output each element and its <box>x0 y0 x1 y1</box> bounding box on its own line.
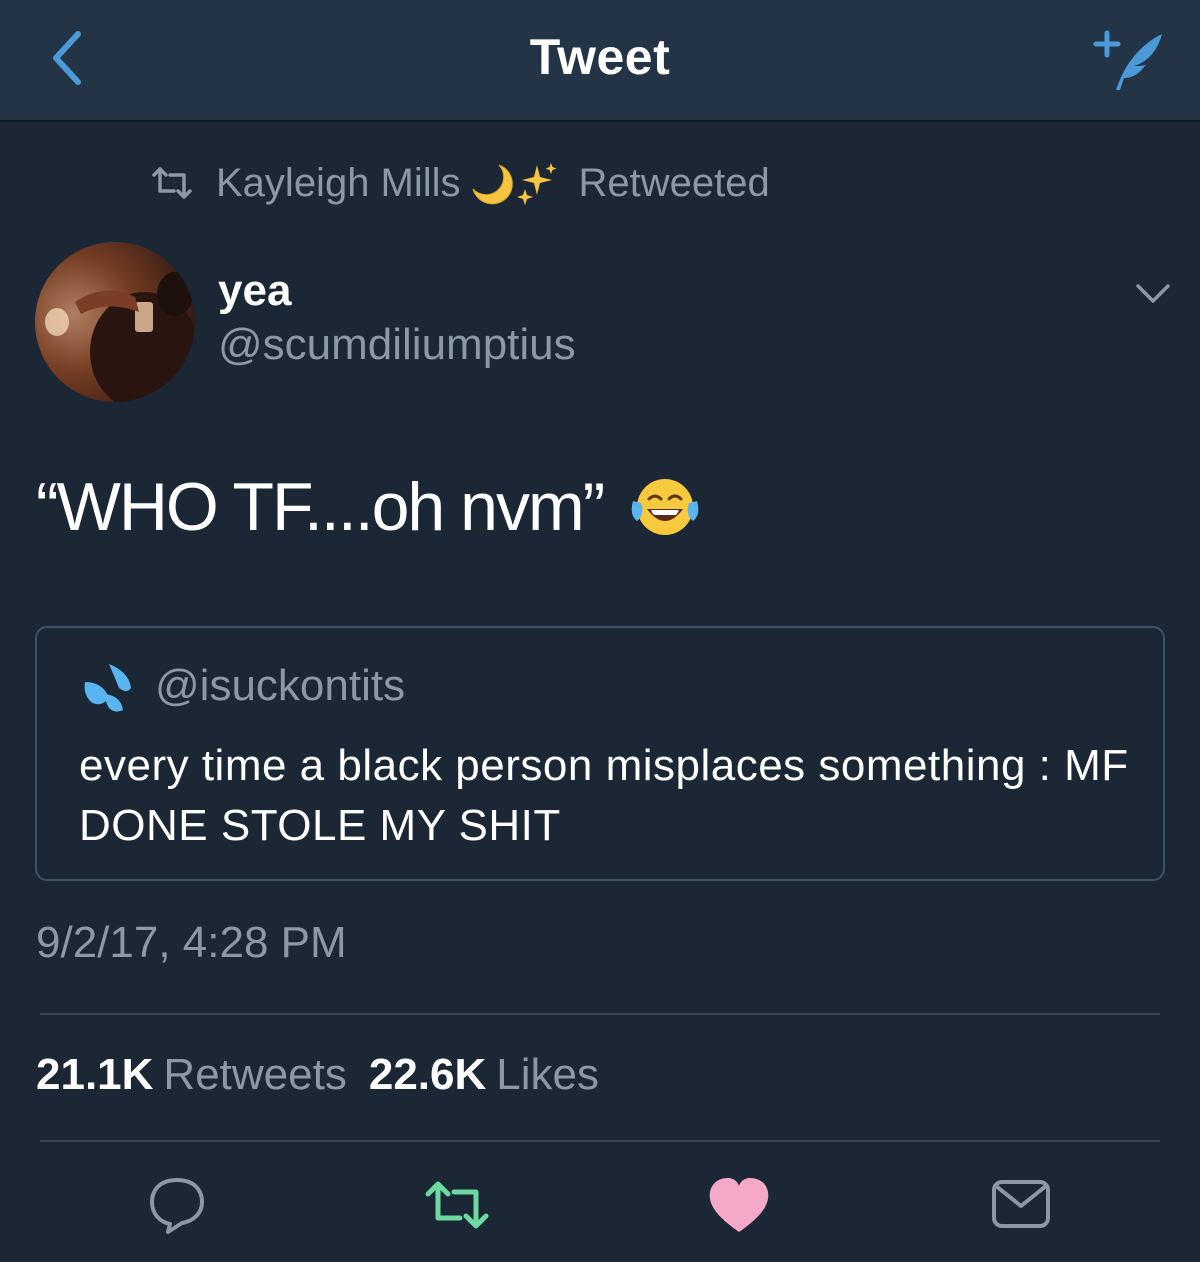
quoted-tweet-handle: @isuckontits <box>155 661 406 710</box>
author-handle: @scumdiliumptius <box>218 320 576 369</box>
divider <box>40 1140 1160 1142</box>
tweet-options-button[interactable] <box>1130 274 1176 314</box>
retweet-context[interactable]: Kayleigh Mills Retweeted <box>150 158 770 208</box>
chevron-down-icon <box>1136 284 1170 303</box>
heart-icon <box>709 1178 769 1232</box>
quoted-tweet-text: every time a black person misplaces some… <box>79 741 1129 850</box>
author-display-name[interactable]: yea <box>218 266 291 316</box>
direct-message-button[interactable] <box>986 1170 1056 1240</box>
sweat-droplets-emoji <box>84 664 131 712</box>
page-title: Tweet <box>529 29 671 85</box>
retweets-count: 21.1K <box>36 1050 154 1099</box>
tweet-text: “WHO TF....oh nvm” <box>36 469 605 545</box>
retweet-icon <box>425 1181 489 1229</box>
quoted-tweet-card[interactable]: @isuckontits every time a black person m… <box>35 626 1165 881</box>
compose-tweet-icon <box>1093 30 1162 90</box>
moon-sparkles-emoji <box>469 159 561 207</box>
likes-stat[interactable]: 22.6K Likes <box>369 1050 599 1099</box>
reply-icon <box>150 1178 204 1234</box>
likes-count: 22.6K <box>368 1050 487 1099</box>
avatar[interactable] <box>35 242 195 402</box>
reply-button[interactable] <box>142 1170 212 1240</box>
tweet-timestamp: 9/2/17, 4:28 PM <box>36 918 347 967</box>
tears-of-joy-emoji <box>629 475 701 539</box>
retweet-icon <box>152 167 192 199</box>
divider <box>40 1013 1160 1015</box>
retweeter-name: Kayleigh Mills <box>216 160 461 205</box>
like-button[interactable] <box>704 1170 774 1240</box>
tweet-body: “WHO TF....oh nvm” <box>36 468 701 546</box>
compose-button[interactable] <box>1088 26 1168 96</box>
mail-icon <box>992 1180 1050 1228</box>
retweets-stat[interactable]: 21.1K Retweets <box>36 1050 347 1099</box>
tweet-stats: 21.1K Retweets 22.6K Likes <box>36 1050 599 1100</box>
retweet-button[interactable] <box>422 1170 492 1240</box>
retweets-label: Retweets <box>163 1050 347 1099</box>
quoted-tweet-header: @isuckontits <box>79 658 405 714</box>
retweeted-label: Retweeted <box>578 160 770 205</box>
likes-label: Likes <box>496 1050 599 1099</box>
nav-bar: Tweet <box>0 0 1200 122</box>
